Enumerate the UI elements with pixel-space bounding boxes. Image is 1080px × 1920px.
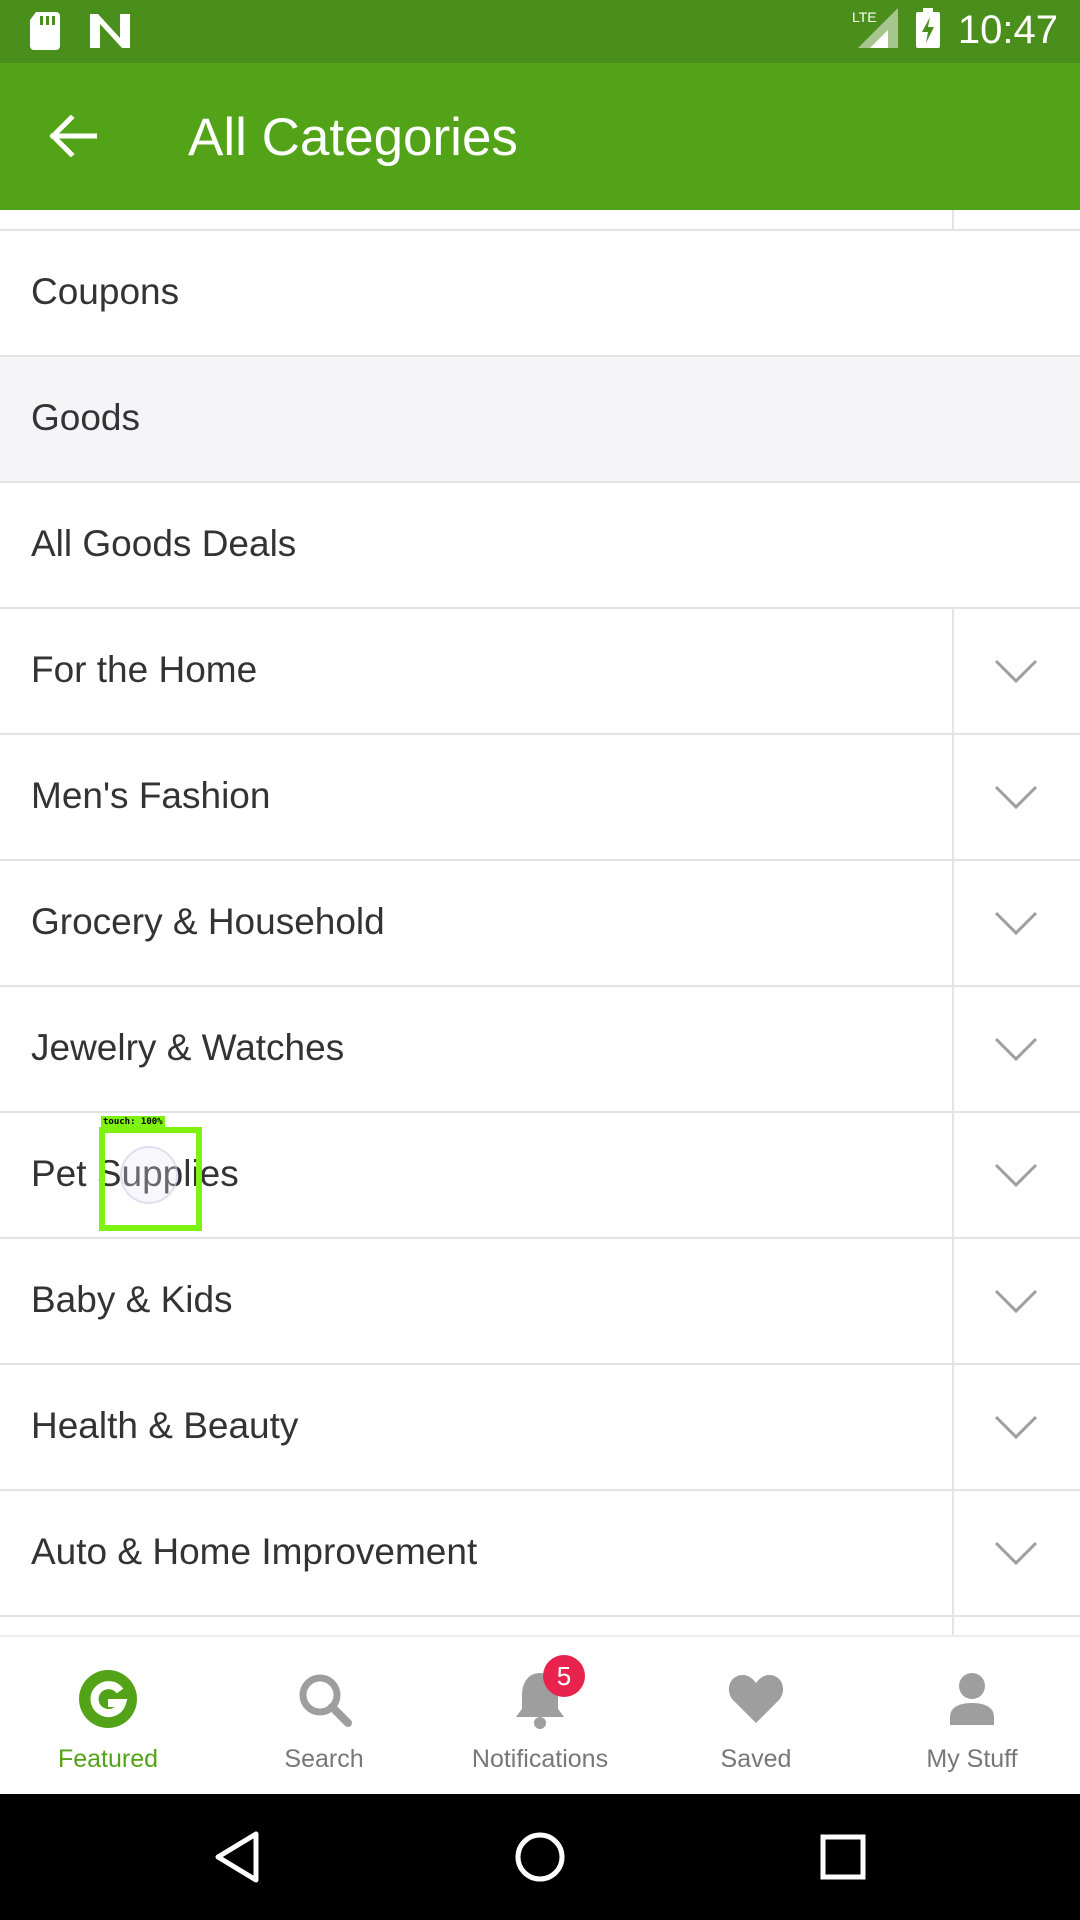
nav-label: Search	[284, 1745, 364, 1773]
page-title: All Categories	[188, 108, 518, 167]
list-item-label: All Goods Deals	[31, 523, 297, 564]
system-home-button[interactable]	[507, 1824, 573, 1890]
system-recents-button[interactable]	[810, 1824, 876, 1890]
nav-item-featured[interactable]: Featured	[0, 1637, 216, 1796]
list-item-mens-fashion[interactable]: Men's Fashion	[0, 735, 1080, 861]
chevron-down-icon[interactable]	[992, 901, 1040, 945]
list-item-label: Auto & Home Improvement	[31, 1531, 478, 1572]
bottom-navigation: Featured Search Notifications Saved My S…	[0, 1635, 1080, 1794]
list-item-coupons[interactable]: Coupons	[0, 231, 1080, 357]
nav-item-my-stuff[interactable]: My Stuff	[864, 1637, 1080, 1796]
list-item-label: Grocery & Household	[31, 901, 385, 942]
nav-label: My Stuff	[926, 1745, 1018, 1773]
section-header-label: Goods	[31, 397, 141, 438]
list-item-label: Men's Fashion	[31, 775, 271, 816]
system-navigation-bar	[0, 1794, 1080, 1920]
chevron-down-icon[interactable]	[992, 1279, 1040, 1323]
back-button[interactable]	[40, 103, 106, 169]
search-icon	[292, 1667, 356, 1731]
chevron-down-icon[interactable]	[992, 1531, 1040, 1575]
nav-item-notifications[interactable]: Notifications	[432, 1637, 648, 1796]
list-item-auto-home-improvement[interactable]: Auto & Home Improvement	[0, 1491, 1080, 1617]
list-item-partial-bottom	[0, 1617, 1080, 1635]
list-item-health-beauty[interactable]: Health & Beauty	[0, 1365, 1080, 1491]
nav-item-saved[interactable]: Saved	[648, 1637, 864, 1796]
status-bar: LTE 10:47	[0, 0, 1080, 63]
chevron-down-icon[interactable]	[992, 1405, 1040, 1449]
status-time: 10:47	[957, 8, 1058, 52]
list-item-label: Jewelry & Watches	[31, 1027, 345, 1068]
svg-text:LTE: LTE	[852, 9, 877, 25]
heart-icon	[724, 1667, 788, 1731]
list-item-grocery-household[interactable]: Grocery & Household	[0, 861, 1080, 987]
arrow-left-icon	[49, 115, 97, 157]
nav-label: Featured	[57, 1745, 159, 1773]
list-item-label: Health & Beauty	[31, 1405, 299, 1446]
circle-home-icon	[515, 1832, 565, 1882]
touch-indicator-box	[99, 1127, 202, 1231]
list-item-jewelry-watches[interactable]: Jewelry & Watches	[0, 987, 1080, 1113]
list-item-all-goods-deals[interactable]: All Goods Deals	[0, 483, 1080, 609]
list-item-baby-kids[interactable]: Baby & Kids	[0, 1239, 1080, 1365]
list-item-for-the-home[interactable]: For the Home	[0, 609, 1080, 735]
app-bar: All Categories	[0, 63, 1080, 210]
list-item-label: Baby & Kids	[31, 1279, 233, 1320]
section-header-goods: Goods	[0, 357, 1080, 483]
sd-card-icon	[30, 12, 62, 55]
square-recents-icon	[820, 1834, 866, 1880]
chevron-down-icon[interactable]	[992, 775, 1040, 819]
list-item-label: For the Home	[31, 649, 258, 690]
category-list[interactable]: Coupons Goods All Goods Deals For the Ho…	[0, 210, 1080, 1635]
battery-charging-icon	[915, 8, 940, 53]
touch-indicator-label: touch: 100%	[101, 1116, 165, 1128]
person-icon	[940, 1667, 1004, 1731]
list-item-label: Coupons	[31, 271, 180, 312]
chevron-down-icon[interactable]	[992, 1027, 1040, 1071]
nav-item-search[interactable]: Search	[216, 1637, 432, 1796]
groupon-g-icon	[76, 1667, 140, 1731]
system-back-button[interactable]	[203, 1824, 269, 1890]
nav-label: Notifications	[471, 1745, 609, 1773]
chevron-down-icon[interactable]	[992, 1153, 1040, 1197]
nav-label: Saved	[720, 1745, 792, 1773]
lte-signal-icon: LTE	[852, 8, 898, 53]
n-notification-icon	[90, 14, 130, 53]
list-item-partial	[0, 210, 1080, 231]
notification-badge: 5	[543, 1655, 585, 1697]
chevron-down-icon[interactable]	[992, 649, 1040, 693]
triangle-back-icon	[215, 1831, 259, 1883]
